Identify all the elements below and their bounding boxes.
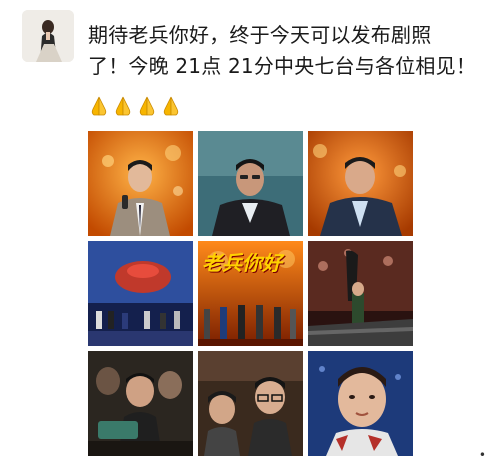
photo-guest-orange-stage xyxy=(308,131,413,236)
photo-singer-stage xyxy=(308,241,413,346)
photo-child-closeup xyxy=(308,351,413,456)
post-text: 期待老兵你好，终于今天可以发布剧照 了！今晚 21点 21分中央七台与各位相见！ xyxy=(88,20,488,82)
photo-tile-1[interactable] xyxy=(88,131,193,236)
photo-host-orange-stage xyxy=(88,131,193,236)
photo-audience-glasses xyxy=(198,351,303,456)
photo-stage-screen-panel xyxy=(88,241,193,346)
photo-tile-9[interactable] xyxy=(308,351,413,456)
photo-tile-6[interactable] xyxy=(308,241,413,346)
avatar[interactable] xyxy=(22,10,74,62)
avatar-image xyxy=(22,10,74,62)
prayer-hands-icon xyxy=(91,96,107,116)
photo-tile-4[interactable] xyxy=(88,241,193,346)
photo-tile-5[interactable]: 老兵你好 xyxy=(198,241,303,346)
prayer-hands-icon xyxy=(139,96,155,116)
photo-tile-8[interactable] xyxy=(198,351,303,456)
title-logo-text: 老兵你好 xyxy=(202,251,282,275)
photo-guest-teal-studio xyxy=(198,131,303,236)
prayer-hands-icon xyxy=(163,96,179,116)
photo-grid: 老兵你好 xyxy=(88,131,413,456)
photo-tile-3[interactable] xyxy=(308,131,413,236)
photo-tile-2[interactable] xyxy=(198,131,303,236)
emoji-row xyxy=(88,95,182,117)
photo-audience-dark xyxy=(88,351,193,456)
post-text-line-1: 期待老兵你好，终于今天可以发布剧照 xyxy=(88,23,432,47)
prayer-hands-icon xyxy=(115,96,131,116)
more-options-icon[interactable]: • xyxy=(479,448,487,462)
post-text-line-2: 了！今晚 21点 21分中央七台与各位相见！ xyxy=(88,54,477,78)
photo-tile-7[interactable] xyxy=(88,351,193,456)
